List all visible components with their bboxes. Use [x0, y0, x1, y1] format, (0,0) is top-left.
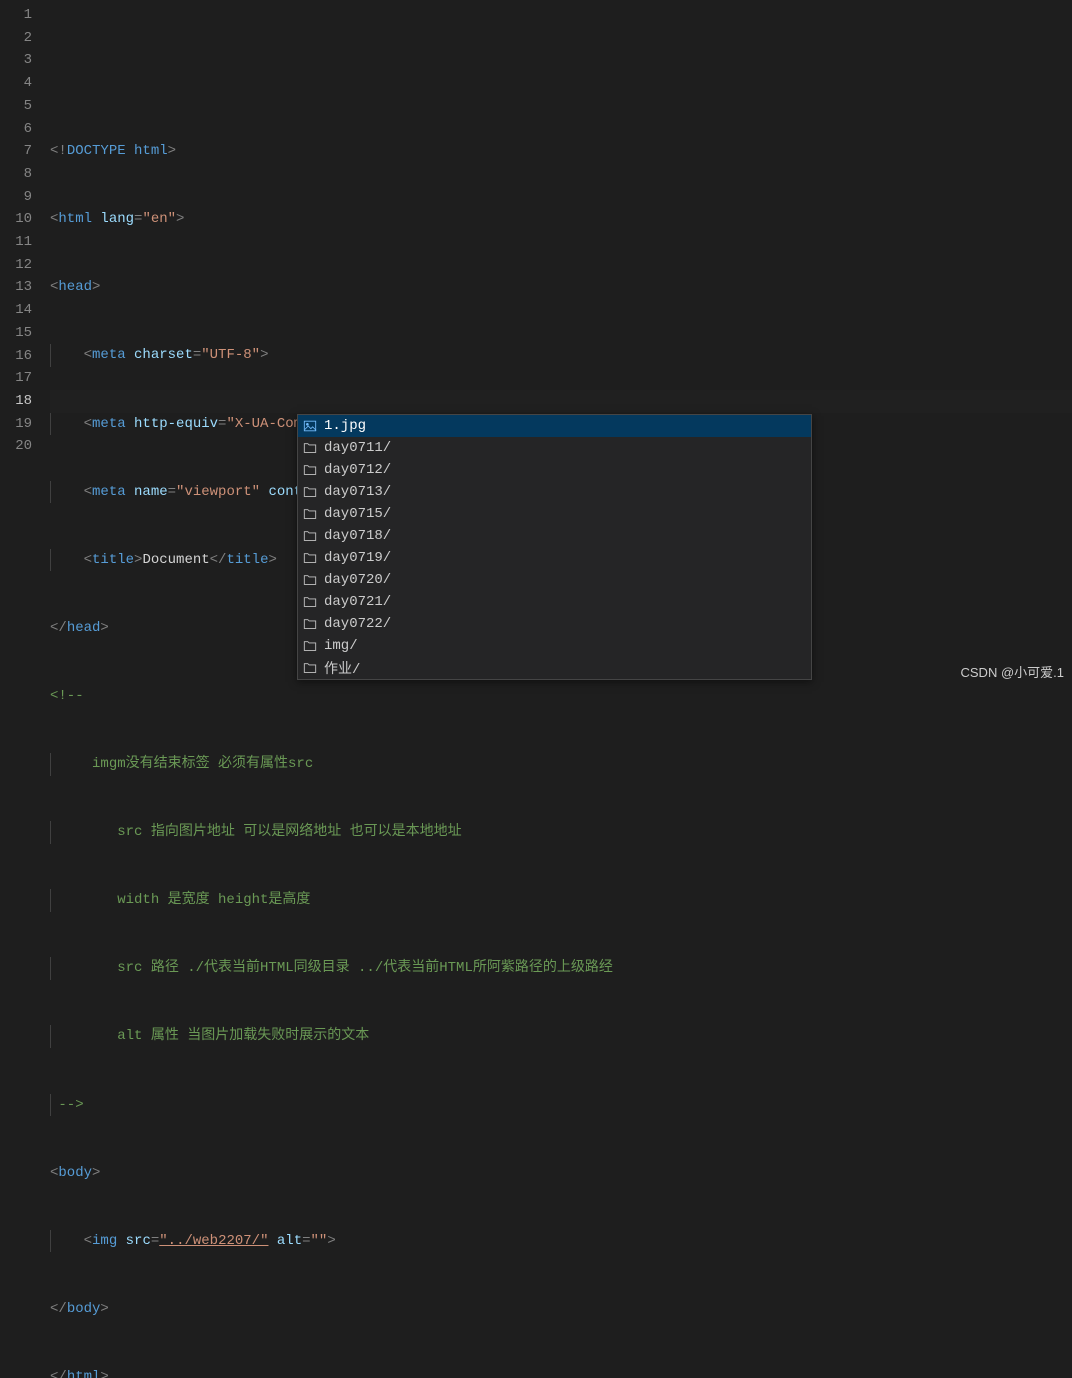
autocomplete-item-label: day0711/ [324, 440, 391, 456]
line-number: 16 [0, 345, 32, 368]
line-number: 8 [0, 163, 32, 186]
folder-icon [302, 550, 318, 566]
autocomplete-item[interactable]: day0719/ [298, 547, 811, 569]
line-number: 1 [0, 4, 32, 27]
autocomplete-item[interactable]: 1.jpg [298, 415, 811, 437]
code-line[interactable]: </html> [50, 1366, 1072, 1378]
line-number-gutter: 1 2 3 4 5 6 7 8 9 10 11 12 13 14 15 16 1… [0, 0, 50, 689]
line-number: 3 [0, 49, 32, 72]
autocomplete-item-label: day0715/ [324, 506, 391, 522]
line-number: 4 [0, 72, 32, 95]
line-number: 5 [0, 95, 32, 118]
autocomplete-item[interactable]: day0712/ [298, 459, 811, 481]
autocomplete-item[interactable]: day0718/ [298, 525, 811, 547]
autocomplete-item[interactable]: day0722/ [298, 613, 811, 635]
line-number: 9 [0, 186, 32, 209]
line-number: 11 [0, 231, 32, 254]
autocomplete-item[interactable]: day0715/ [298, 503, 811, 525]
folder-icon [302, 528, 318, 544]
autocomplete-item-label: day0719/ [324, 550, 391, 566]
folder-icon [302, 484, 318, 500]
line-number: 18 [0, 390, 32, 413]
line-number: 12 [0, 254, 32, 277]
line-number: 10 [0, 208, 32, 231]
code-line[interactable]: src 路径 ./代表当前HTML同级目录 ../代表当前HTML所阿紫路径的上… [50, 957, 1072, 980]
line-number: 14 [0, 299, 32, 322]
autocomplete-item-label: 作业/ [324, 658, 360, 678]
autocomplete-popup[interactable]: 1.jpg day0711/day0712/day0713/day0715/day… [297, 414, 812, 680]
folder-icon [302, 638, 318, 654]
code-line[interactable]: <!DOCTYPE html> [50, 140, 1072, 163]
autocomplete-item[interactable]: img/ [298, 635, 811, 657]
autocomplete-item-label: 1.jpg [324, 418, 366, 434]
autocomplete-item-label: day0721/ [324, 594, 391, 610]
line-number: 2 [0, 27, 32, 50]
autocomplete-item[interactable]: day0711/ [298, 437, 811, 459]
folder-icon [302, 440, 318, 456]
code-line[interactable]: <html lang="en"> [50, 208, 1072, 231]
line-number: 20 [0, 435, 32, 458]
code-line[interactable]: </body> [50, 1298, 1072, 1321]
autocomplete-item[interactable]: day0721/ [298, 591, 811, 613]
line-number: 15 [0, 322, 32, 345]
folder-icon [302, 462, 318, 478]
folder-icon [302, 594, 318, 610]
code-line[interactable]: alt 属性 当图片加载失败时展示的文本 [50, 1025, 1072, 1048]
line-number: 7 [0, 140, 32, 163]
autocomplete-item-label: day0720/ [324, 572, 391, 588]
folder-icon [302, 616, 318, 632]
folder-icon [302, 506, 318, 522]
autocomplete-item-label: day0718/ [324, 528, 391, 544]
code-line[interactable]: <head> [50, 276, 1072, 299]
autocomplete-item[interactable]: day0720/ [298, 569, 811, 591]
autocomplete-item-label: img/ [324, 638, 358, 654]
line-number: 19 [0, 413, 32, 436]
autocomplete-item[interactable]: 作业/ [298, 657, 811, 679]
code-line[interactable]: <meta charset="UTF-8"> [50, 344, 1072, 367]
code-line[interactable]: --> [50, 1094, 1072, 1117]
watermark: CSDN @小可爱.1 [961, 662, 1065, 681]
image-icon [302, 418, 318, 434]
line-number: 13 [0, 276, 32, 299]
line-number: 6 [0, 118, 32, 141]
folder-icon [302, 660, 318, 676]
code-line[interactable]: <body> [50, 1162, 1072, 1185]
code-line[interactable]: <img src="../web2207/" alt=""> [50, 1230, 1072, 1253]
code-line[interactable]: <!-- [50, 685, 1072, 708]
code-line[interactable]: src 指向图片地址 可以是网络地址 也可以是本地地址 [50, 821, 1072, 844]
autocomplete-item-label: day0713/ [324, 484, 391, 500]
autocomplete-item-label: day0722/ [324, 616, 391, 632]
code-line[interactable]: imgm没有结束标签 必须有属性src [50, 753, 1072, 776]
code-line[interactable]: width 是宽度 height是高度 [50, 889, 1072, 912]
autocomplete-item-label: day0712/ [324, 462, 391, 478]
autocomplete-item[interactable]: day0713/ [298, 481, 811, 503]
folder-icon [302, 572, 318, 588]
line-number: 17 [0, 367, 32, 390]
